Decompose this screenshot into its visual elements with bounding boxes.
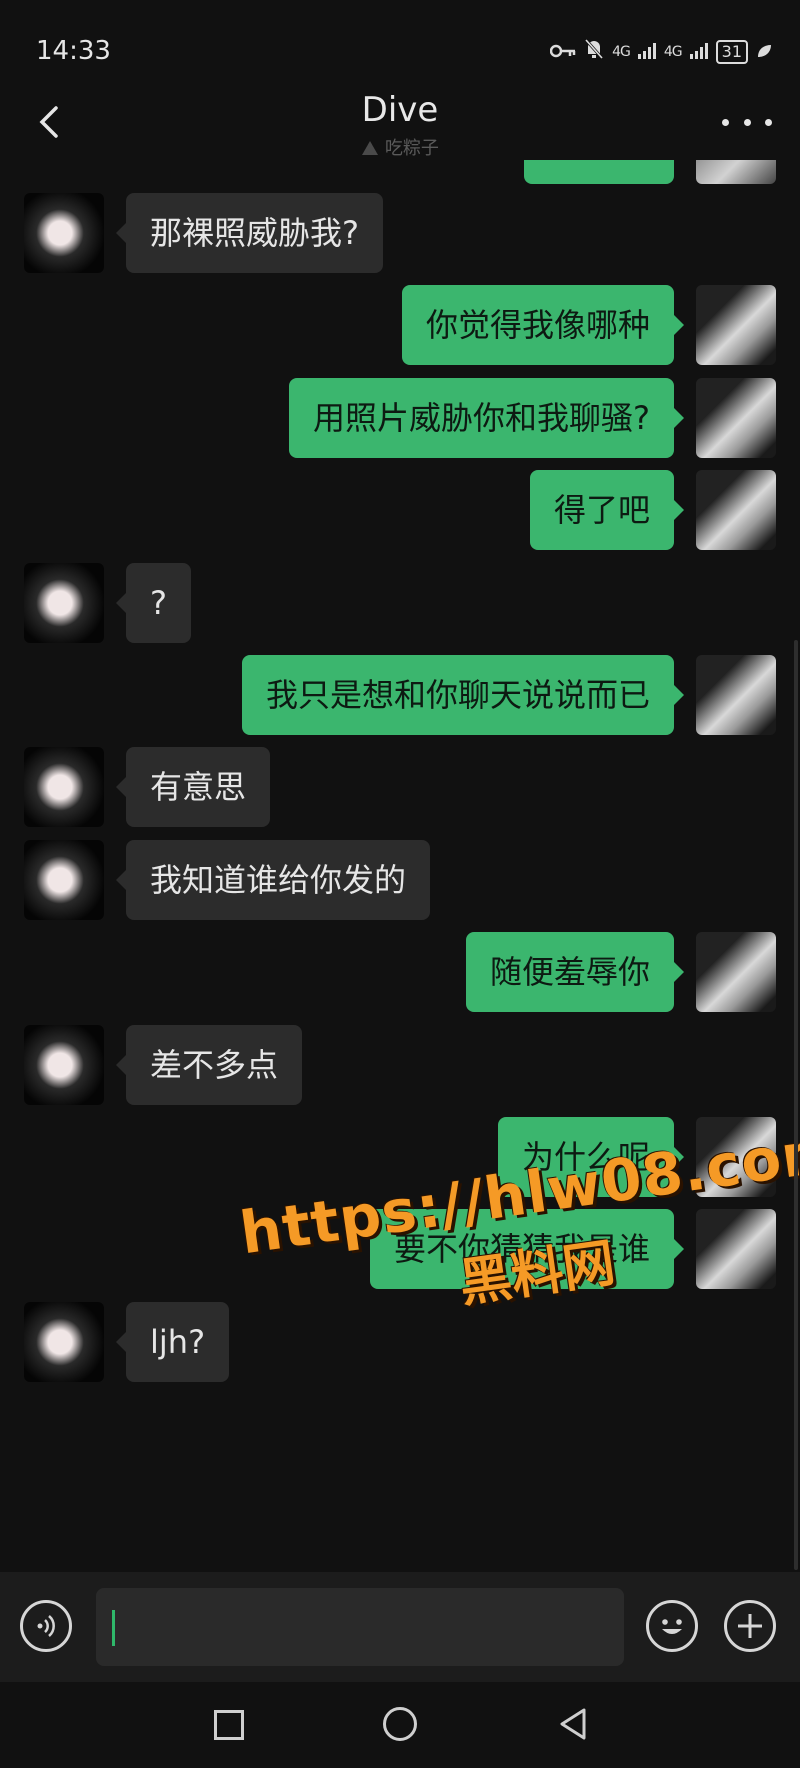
avatar[interactable]: [696, 1209, 776, 1290]
voice-icon[interactable]: [20, 1600, 72, 1652]
avatar[interactable]: [696, 285, 776, 366]
system-nav-bar: [0, 1682, 800, 1768]
chat-subtitle: 吃粽子: [0, 134, 800, 160]
message-row-left: 那裸照威胁我?: [0, 193, 800, 273]
chat-header: Dive 吃粽子: [0, 90, 800, 160]
partial-previous-message: [0, 160, 800, 190]
message-row-right: 用照片威胁你和我聊骚?: [0, 377, 800, 458]
avatar[interactable]: [24, 1024, 104, 1105]
scrollbar[interactable]: [794, 640, 798, 1570]
more-dots-icon[interactable]: [722, 102, 772, 142]
message-row-right: 得了吧: [0, 470, 800, 551]
square-icon[interactable]: [214, 1710, 244, 1740]
avatar: [696, 160, 776, 184]
message-bubble-received[interactable]: ?: [116, 562, 191, 643]
message-row-left: ljh?: [0, 1301, 800, 1382]
message-bubble-sent[interactable]: 为什么呢: [497, 1117, 685, 1197]
message-bubble-sent[interactable]: 用照片威胁你和我聊骚?: [289, 377, 684, 458]
zongzi-icon: [362, 141, 379, 155]
message-input[interactable]: [96, 1588, 624, 1666]
message-list[interactable]: 那裸照威胁我? 你觉得我像哪种用照片威胁你和我聊骚? 得了吧? 我只是想和你聊天说说而…: [0, 160, 800, 1572]
text-caret: [112, 1610, 115, 1646]
message-row-right: 我只是想和你聊天说说而已: [0, 655, 800, 735]
triangle-back-icon[interactable]: [556, 1706, 590, 1742]
message-bubble-sent[interactable]: 我只是想和你聊天说说而已: [241, 655, 685, 735]
key-icon: [549, 40, 576, 64]
message-bubble-received[interactable]: 我知道谁给你发的: [115, 839, 431, 920]
message-bubble-sent[interactable]: 要不你猜猜我是谁: [369, 1209, 685, 1290]
battery-indicator: 31: [715, 39, 748, 64]
leaf-icon: [756, 40, 772, 64]
avatar[interactable]: [696, 377, 776, 458]
bell-off-icon: [584, 38, 604, 65]
avatar[interactable]: [696, 655, 776, 735]
message-bubble-sent[interactable]: 随便羞辱你: [465, 932, 685, 1013]
message-row-left: 有意思: [0, 747, 800, 828]
status-bar: 14:33 4G 4G 31: [0, 0, 800, 100]
message-bubble-received[interactable]: ljh?: [115, 1301, 230, 1382]
message-row-right: 为什么呢: [0, 1117, 800, 1197]
signal-icon: [637, 40, 656, 64]
chat-title: Dive: [361, 90, 439, 130]
emoji-icon[interactable]: [646, 1600, 698, 1652]
message-row-left: 差不多点: [0, 1024, 800, 1105]
message-row-right: 随便羞辱你: [0, 932, 800, 1013]
status-icons: 4G 4G 31: [549, 38, 772, 65]
avatar[interactable]: [696, 932, 776, 1013]
input-bar: [0, 1572, 800, 1682]
signal-label-2: 4G: [663, 43, 683, 60]
message-row-right: 你觉得我像哪种: [0, 285, 800, 366]
signal-icon: [689, 40, 708, 64]
status-time: 14:33: [36, 36, 111, 66]
avatar[interactable]: [696, 1117, 776, 1197]
circle-icon[interactable]: [383, 1707, 417, 1741]
message-row-left: 我知道谁给你发的: [0, 839, 800, 920]
avatar[interactable]: [24, 747, 104, 828]
message-bubble-sent: [524, 160, 674, 184]
message-row-left: ?: [0, 562, 800, 643]
avatar[interactable]: [24, 193, 104, 273]
chat-subtitle-text: 吃粽子: [384, 138, 439, 159]
message-bubble-received[interactable]: 差不多点: [115, 1024, 303, 1105]
message-bubble-received[interactable]: 那裸照威胁我?: [116, 193, 383, 273]
plus-icon[interactable]: [724, 1600, 776, 1652]
message-row-right: 要不你猜猜我是谁: [0, 1209, 800, 1290]
avatar[interactable]: [696, 470, 776, 551]
signal-label-1: 4G: [612, 43, 631, 60]
avatar[interactable]: [24, 562, 104, 643]
message-bubble-sent[interactable]: 你觉得我像哪种: [401, 285, 685, 366]
avatar[interactable]: [24, 1301, 104, 1382]
avatar[interactable]: [24, 839, 104, 920]
message-bubble-sent[interactable]: 得了吧: [529, 470, 685, 551]
message-bubble-received[interactable]: 有意思: [115, 747, 271, 828]
